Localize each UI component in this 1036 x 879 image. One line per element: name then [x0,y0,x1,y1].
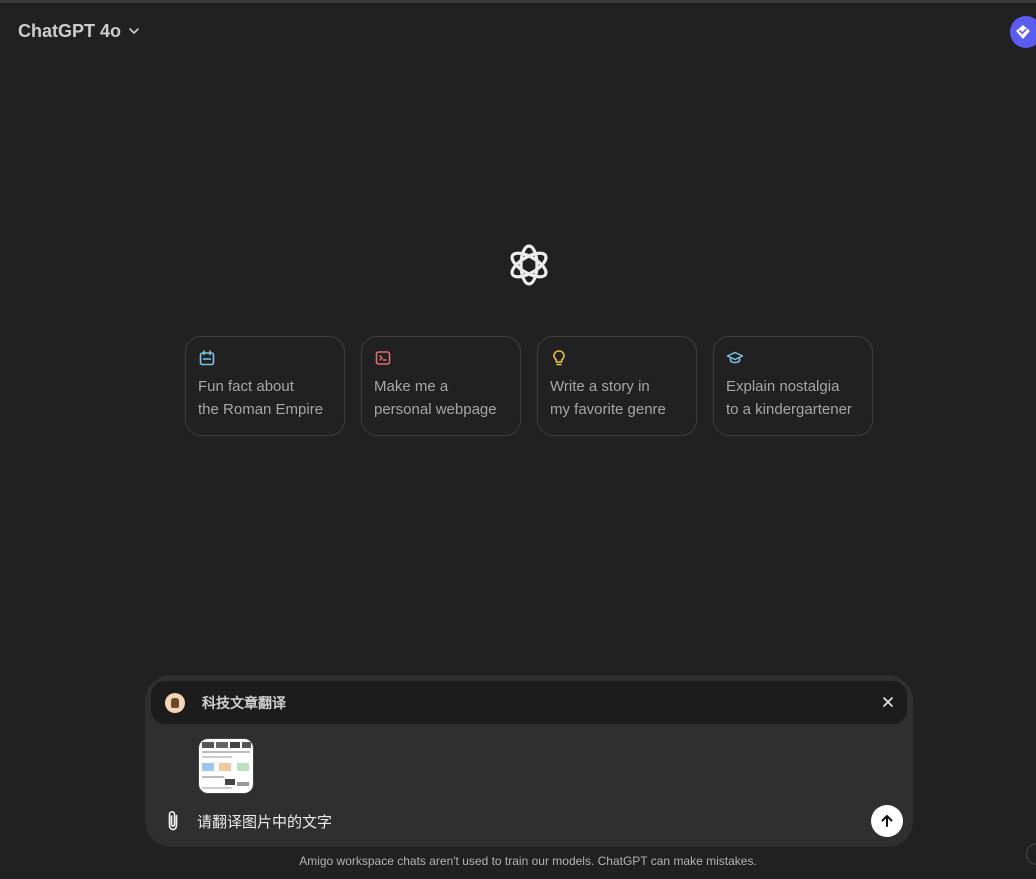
suggestion-line: Write a story in [550,378,650,395]
suggestion-line: the Roman Empire [198,401,324,418]
suggestion-cards: Fun fact about the Roman Empire Make me … [185,336,873,436]
send-button[interactable] [871,805,903,837]
gpt-avatar [165,692,185,713]
suggestion-card-roman-empire[interactable]: Fun fact about the Roman Empire [185,336,345,436]
paperclip-icon[interactable] [163,809,183,833]
diamond-check-icon [1016,25,1030,39]
suggestion-card-story[interactable]: Write a story in my favorite genre [537,336,697,436]
close-icon[interactable] [879,693,897,711]
suggestion-line: Fun fact about [198,378,294,395]
chevron-down-icon [129,28,139,34]
message-composer: 科技文章翻译 [145,675,913,847]
extension-badge[interactable] [1010,16,1036,48]
calendar-icon [199,350,215,366]
disclaimer-text: Amigo workspace chats aren't used to tra… [299,854,757,868]
openai-logo-icon [510,244,548,286]
suggestion-line: my favorite genre [550,401,666,418]
model-label: ChatGPT 4o [18,20,122,41]
arrow-up-icon [881,815,893,827]
attached-image-thumbnail[interactable] [198,738,254,794]
suggestion-card-nostalgia[interactable]: Explain nostalgia to a kindergartener [713,336,873,436]
suggestion-line: Make me a [374,378,449,395]
terminal-icon [375,351,391,365]
suggestion-line: Explain nostalgia [726,378,840,395]
graduation-cap-icon [726,351,744,364]
suggestion-line: to a kindergartener [726,401,852,418]
message-input[interactable] [197,807,857,835]
model-switcher-button[interactable]: ChatGPT 4o [10,14,149,48]
lightbulb-icon [553,350,565,366]
gpt-name: 科技文章翻译 [202,694,286,711]
suggestion-card-personal-webpage[interactable]: Make me a personal webpage [361,336,521,436]
active-gpt-bar: 科技文章翻译 [151,681,907,724]
window-top-border [0,0,1036,3]
suggestion-line: personal webpage [374,401,497,418]
